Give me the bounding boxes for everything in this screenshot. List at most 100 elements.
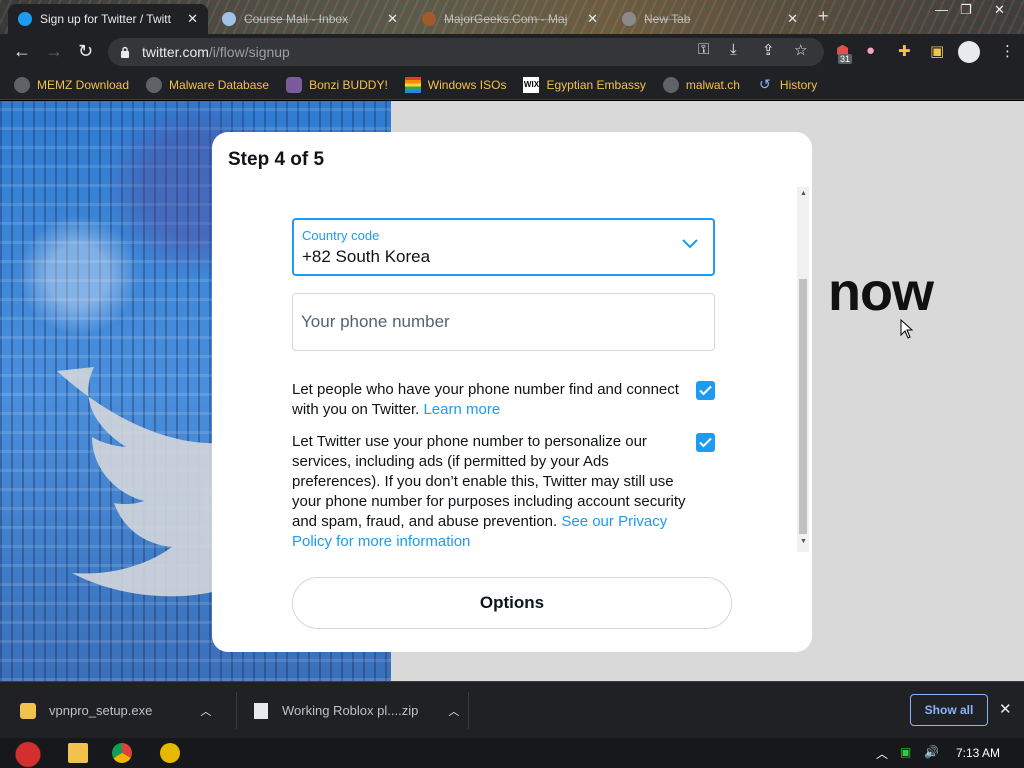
close-tab-icon[interactable]: ✕ bbox=[387, 11, 398, 27]
pref-personalization-checkbox[interactable] bbox=[696, 433, 715, 452]
windows-flag-icon bbox=[404, 76, 421, 93]
profile-avatar-icon[interactable] bbox=[958, 41, 980, 63]
bookmark-label: History bbox=[779, 77, 818, 92]
address-bar[interactable]: twitter.com/i/flow/signup bbox=[108, 38, 824, 66]
bookmark-malware-database[interactable]: Malware Database bbox=[146, 76, 270, 93]
forward-arrow-icon[interactable]: → bbox=[45, 42, 63, 60]
history-icon: ↺ bbox=[759, 76, 771, 92]
bookmark-star-icon[interactable]: ☆ bbox=[794, 41, 807, 59]
bookmark-label: MEMZ Download bbox=[37, 77, 130, 92]
bookmark-label: Egyptian Embassy bbox=[546, 77, 646, 92]
lock-icon bbox=[121, 46, 129, 58]
file-explorer-icon[interactable] bbox=[68, 743, 88, 763]
globe-icon bbox=[14, 76, 30, 93]
checkmark-icon bbox=[699, 385, 712, 396]
extension-badge: 31 bbox=[838, 54, 853, 64]
bookmark-label: Windows ISOs bbox=[427, 77, 507, 92]
tab-strip: Sign up for Twitter / Twitt ✕ Course Mai… bbox=[0, 0, 1024, 34]
tab-majorgeeks[interactable]: MajorGeeks.Com - Maj ✕ bbox=[412, 4, 608, 34]
country-code-select[interactable]: Country code +82 South Korea bbox=[292, 218, 715, 276]
background-headline: now bbox=[828, 262, 934, 322]
download-item-vpnpro[interactable]: vpnpro_setup.exe ︿ bbox=[20, 682, 211, 739]
show-all-downloads-button[interactable]: Show all bbox=[910, 694, 988, 726]
page-content: now Step 4 of 5 ▲ ▼ Country code +82 Sou… bbox=[0, 101, 1024, 681]
new-tab-plus-icon[interactable]: + bbox=[818, 6, 829, 27]
bonzi-buddy-taskbar-icon[interactable] bbox=[160, 743, 180, 763]
windows-taskbar: ︿ ▣ 🔊 7:13 AM bbox=[0, 738, 1024, 768]
url-text: twitter.com/i/flow/signup bbox=[142, 44, 290, 60]
chrome-icon[interactable] bbox=[112, 743, 132, 763]
scroll-up-icon[interactable]: ▲ bbox=[800, 190, 807, 197]
url-path: /i/flow/signup bbox=[208, 44, 290, 60]
twitter-favicon-icon bbox=[18, 12, 32, 26]
flag-extension-icon[interactable]: ● bbox=[866, 42, 875, 59]
tab-new-tab[interactable]: New Tab ✕ bbox=[612, 4, 808, 34]
download-separator bbox=[468, 692, 469, 729]
checkmark-icon bbox=[699, 437, 712, 448]
bookmark-label: malwat.ch bbox=[685, 77, 740, 92]
tab-title: Sign up for Twitter / Twitt bbox=[40, 12, 171, 26]
download-separator bbox=[236, 692, 237, 729]
taskbar-clock[interactable]: 7:13 AM bbox=[956, 746, 1000, 760]
country-code-label: Country code bbox=[302, 228, 380, 243]
extensions-puzzle-icon[interactable]: ✚ bbox=[898, 42, 911, 60]
tray-overflow-icon[interactable]: ︿ bbox=[876, 745, 888, 762]
chrome-favicon-icon bbox=[622, 12, 636, 26]
angry-bird-start-icon[interactable] bbox=[8, 738, 48, 768]
pref-discoverability-checkbox[interactable] bbox=[696, 381, 715, 400]
modal-scrollbar-thumb[interactable] bbox=[799, 279, 807, 534]
scroll-down-icon[interactable]: ▼ bbox=[800, 538, 807, 545]
tab-title: Course Mail - Inbox bbox=[244, 12, 349, 26]
bookmark-memz[interactable]: MEMZ Download bbox=[14, 76, 130, 93]
bookmark-history[interactable]: ↺ History bbox=[757, 76, 818, 93]
phone-number-input[interactable] bbox=[292, 293, 715, 351]
chevron-up-icon[interactable]: ︿ bbox=[200, 703, 211, 719]
majorgeeks-favicon-icon bbox=[422, 12, 436, 26]
install-app-icon[interactable]: ⤓ bbox=[730, 41, 737, 58]
restore-icon[interactable]: ❐ bbox=[960, 2, 972, 18]
country-code-value: +82 South Korea bbox=[302, 247, 431, 266]
minimize-icon[interactable]: — bbox=[935, 2, 948, 17]
url-host: twitter.com bbox=[142, 44, 209, 60]
signup-modal: Step 4 of 5 ▲ ▼ Country code +82 South K… bbox=[212, 132, 812, 652]
key-icon[interactable]: ⚿ bbox=[698, 41, 709, 58]
close-tab-icon[interactable]: ✕ bbox=[787, 11, 798, 27]
share-icon[interactable]: ⇪ bbox=[762, 41, 775, 59]
bookmark-label: Bonzi BUDDY! bbox=[309, 77, 388, 92]
volume-icon[interactable]: 🔊 bbox=[924, 745, 939, 759]
reload-icon[interactable]: ↻ bbox=[78, 42, 93, 60]
tab-twitter-signup[interactable]: Sign up for Twitter / Twitt ✕ bbox=[8, 4, 208, 34]
tab-title: New Tab bbox=[644, 12, 691, 26]
globe-icon bbox=[146, 76, 163, 93]
shield-file-icon bbox=[20, 702, 36, 719]
close-tab-icon[interactable]: ✕ bbox=[587, 11, 598, 27]
globe-icon bbox=[662, 76, 679, 93]
browser-toolbar: ← → ↻ twitter.com/i/flow/signup ⚿ ⤓ ⇪ ☆ … bbox=[0, 34, 1024, 70]
chevron-up-icon[interactable]: ︿ bbox=[448, 703, 459, 719]
step-indicator: Step 4 of 5 bbox=[228, 149, 325, 170]
close-window-icon[interactable]: ✕ bbox=[994, 2, 1005, 18]
download-filename: Working Roblox pl....zip bbox=[282, 703, 419, 718]
tab-title: MajorGeeks.Com - Maj bbox=[444, 12, 568, 26]
bookmark-label: Malware Database bbox=[169, 77, 270, 92]
bookmark-malwatch[interactable]: malwat.ch bbox=[662, 76, 740, 93]
close-tab-icon[interactable]: ✕ bbox=[187, 11, 198, 27]
back-arrow-icon[interactable]: ← bbox=[13, 42, 31, 60]
bookmarks-bar: MEMZ Download Malware Database Bonzi BUD… bbox=[0, 70, 1024, 100]
download-item-roblox-zip[interactable]: Working Roblox pl....zip ︿ bbox=[254, 682, 459, 739]
learn-more-link[interactable]: Learn more bbox=[423, 401, 500, 418]
side-panel-icon[interactable]: ▣ bbox=[930, 42, 944, 60]
menu-kebab-icon[interactable]: ⋮ bbox=[1000, 42, 1015, 60]
download-filename: vpnpro_setup.exe bbox=[49, 703, 153, 718]
tab-course-mail[interactable]: Course Mail - Inbox ✕ bbox=[212, 4, 408, 34]
chevron-down-icon bbox=[682, 239, 698, 249]
wix-icon: WIX bbox=[523, 76, 540, 93]
bookmark-egyptian-embassy[interactable]: WIX Egyptian Embassy bbox=[523, 76, 646, 93]
network-icon[interactable]: ▣ bbox=[900, 745, 911, 759]
bookmark-bonzi-buddy[interactable]: Bonzi BUDDY! bbox=[286, 76, 388, 93]
mail-favicon-icon bbox=[222, 12, 236, 26]
close-download-bar-icon[interactable]: ✕ bbox=[999, 700, 1012, 718]
bookmark-windows-isos[interactable]: Windows ISOs bbox=[404, 76, 507, 93]
pref-discoverability: Let people who have your phone number fi… bbox=[292, 380, 687, 420]
options-button[interactable]: Options bbox=[292, 577, 732, 629]
